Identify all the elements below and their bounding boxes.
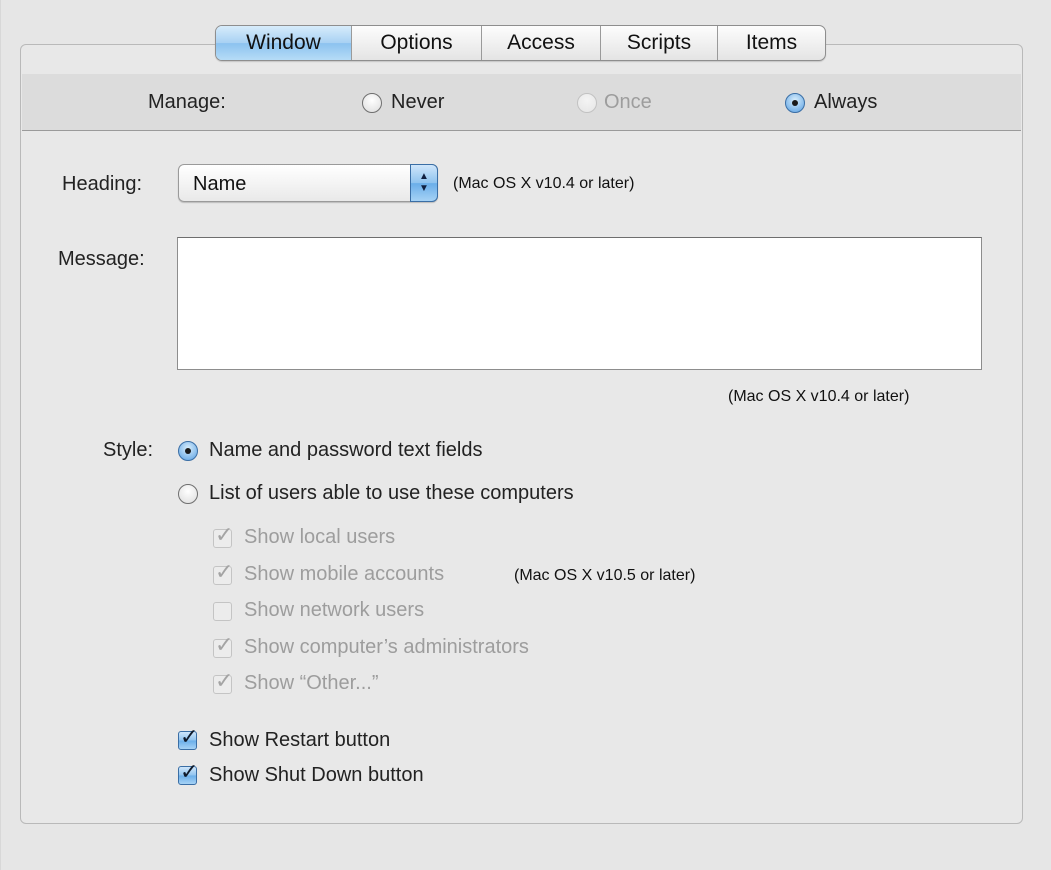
show-mobile-accounts-label: Show mobile accounts bbox=[244, 563, 445, 585]
tab-bar: Window Options Access Scripts Items bbox=[215, 25, 826, 61]
message-version-note: (Mac OS X v10.4 or later) bbox=[728, 388, 910, 405]
message-textarea[interactable] bbox=[177, 237, 982, 370]
checkmark-icon: ✓ bbox=[215, 668, 234, 693]
tab-scripts[interactable]: Scripts bbox=[601, 26, 718, 60]
checkmark-icon: ✓ bbox=[215, 559, 234, 584]
show-shutdown-label[interactable]: Show Shut Down button bbox=[209, 764, 424, 787]
tab-items[interactable]: Items bbox=[718, 26, 825, 60]
show-local-users-checkbox: ✓ bbox=[213, 522, 234, 548]
checkmark-icon: ✓ bbox=[180, 724, 199, 749]
checkmark-icon: ✓ bbox=[215, 522, 234, 547]
manage-never-radio[interactable] bbox=[362, 93, 382, 113]
show-network-users-checkbox bbox=[213, 602, 232, 621]
style-name-password-label[interactable]: Name and password text fields bbox=[209, 439, 482, 462]
message-label: Message: bbox=[58, 248, 145, 270]
show-other-checkbox: ✓ bbox=[213, 668, 234, 694]
show-restart-checkbox[interactable]: ✓ bbox=[178, 724, 199, 750]
heading-version-note: (Mac OS X v10.4 or later) bbox=[453, 175, 635, 192]
checkmark-icon: ✓ bbox=[180, 759, 199, 784]
manage-always-radio[interactable] bbox=[785, 93, 805, 113]
manage-never-label[interactable]: Never bbox=[391, 91, 444, 114]
manage-once-label: Once bbox=[604, 91, 652, 113]
style-list-users-label[interactable]: List of users able to use these computer… bbox=[209, 482, 574, 505]
manage-once-radio bbox=[577, 93, 597, 113]
style-name-password-radio[interactable] bbox=[178, 441, 198, 461]
show-mobile-accounts-checkbox: ✓ bbox=[213, 559, 234, 585]
heading-label: Heading: bbox=[62, 173, 143, 195]
style-label: Style: bbox=[103, 439, 154, 461]
show-restart-label[interactable]: Show Restart button bbox=[209, 729, 390, 752]
manage-label: Manage: bbox=[148, 91, 226, 113]
settings-panel bbox=[20, 44, 1023, 824]
heading-popup[interactable]: Name ▲ ▼ bbox=[178, 164, 438, 202]
popup-arrows-icon: ▲ ▼ bbox=[410, 164, 438, 202]
show-administrators-checkbox: ✓ bbox=[213, 632, 234, 658]
show-network-users-label: Show network users bbox=[244, 599, 425, 621]
show-other-label: Show “Other...” bbox=[244, 672, 379, 694]
heading-popup-value: Name bbox=[193, 173, 247, 195]
tab-access[interactable]: Access bbox=[482, 26, 601, 60]
show-local-users-label: Show local users bbox=[244, 526, 396, 548]
show-administrators-label: Show computer’s administrators bbox=[244, 636, 529, 658]
tab-window[interactable]: Window bbox=[216, 26, 352, 60]
style-list-users-radio[interactable] bbox=[178, 484, 198, 504]
tab-options[interactable]: Options bbox=[352, 26, 482, 60]
manage-always-label[interactable]: Always bbox=[814, 91, 877, 114]
show-shutdown-checkbox[interactable]: ✓ bbox=[178, 759, 199, 785]
mobile-accounts-version-note: (Mac OS X v10.5 or later) bbox=[514, 567, 696, 584]
checkmark-icon: ✓ bbox=[215, 632, 234, 657]
